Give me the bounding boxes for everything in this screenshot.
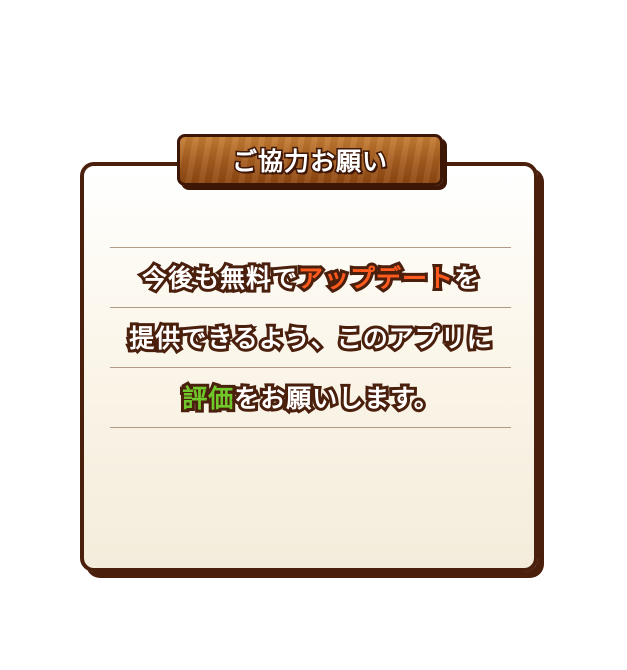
divider-line [110, 427, 511, 428]
message-line-2: 提供できるよう、このアプリに [126, 321, 495, 356]
dialog-title: ご協力お願い [230, 146, 388, 178]
message-line-1: 今後も無料でアップデートを [80, 261, 542, 296]
divider-line [110, 307, 511, 308]
message-highlight-review: 評価 [179, 381, 236, 416]
message-line-3-text: をお願いします。 [231, 381, 442, 416]
message-line-1-tail: を [451, 261, 482, 296]
divider-line [110, 367, 511, 368]
divider-line [110, 247, 511, 248]
message-line-3: 評価をお願いします。 [80, 381, 542, 416]
message-highlight-update: アップデート [295, 261, 456, 296]
dialog-title-plate: ご協力お願い [177, 134, 443, 186]
message-line-1-text: 今後も無料で [139, 261, 300, 296]
